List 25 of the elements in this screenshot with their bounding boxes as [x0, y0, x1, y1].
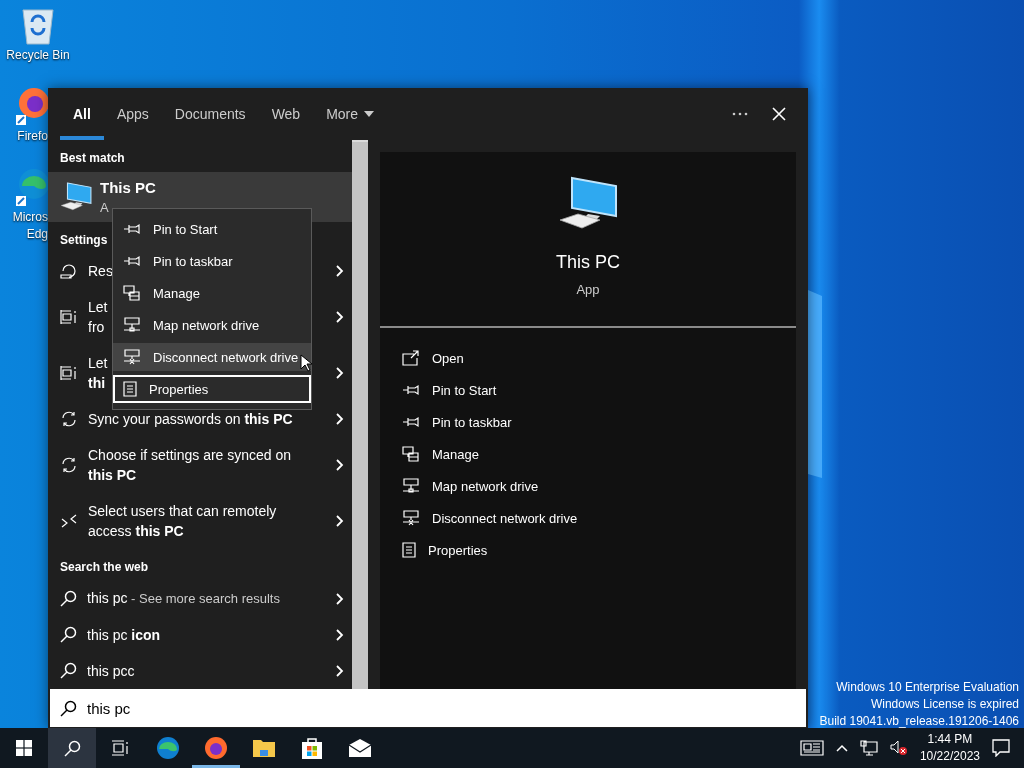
- result-text: Let fro: [88, 298, 108, 338]
- preview-title: This PC: [556, 252, 620, 273]
- result-text: this pc icon: [87, 626, 161, 645]
- clock-time: 1:44 PM: [927, 731, 973, 748]
- result-title: This PC: [100, 178, 156, 196]
- preview-subtitle: App: [576, 282, 600, 297]
- section-heading: Best match: [60, 150, 125, 166]
- activation-notice-text: Windows License is expired: [870, 696, 1019, 713]
- desktop-icon-label: Edg: [26, 227, 48, 242]
- clock-date: 10/22/2023: [919, 748, 980, 765]
- result-text: this pcc: [87, 662, 135, 681]
- section-heading: Search the web: [60, 559, 149, 575]
- activation-notice-text: Build 19041.vb_release.191206-1406: [819, 713, 1019, 730]
- result-text: Sync your passwords on this PC: [88, 410, 293, 430]
- result-subtitle: A: [100, 199, 110, 215]
- section-heading: Settings: [60, 231, 108, 248]
- result-text: Select users that can remotely access this PC: [88, 502, 277, 542]
- result-text: this pc - See more search results: [87, 589, 280, 609]
- desktop-icon-label: Recycle Bin: [6, 48, 70, 63]
- result-text: Let thi: [88, 354, 108, 394]
- activation-notice-text: Windows 10 Enterprise Evaluation: [836, 679, 1019, 696]
- result-text: Choose if settings are synced on this PC: [88, 446, 292, 486]
- desktop-icon-label: Firefo: [17, 129, 48, 144]
- desktop-icon-label: Micros: [12, 210, 48, 225]
- result-text: Res: [88, 262, 113, 282]
